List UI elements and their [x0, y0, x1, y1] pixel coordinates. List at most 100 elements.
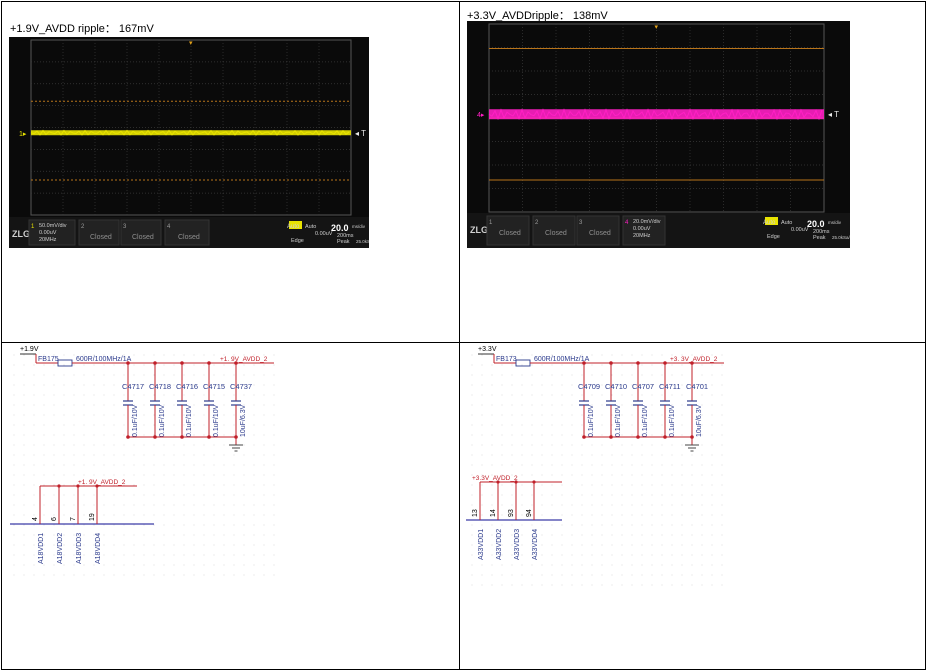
grid-dot — [581, 364, 583, 366]
grid-dot — [611, 534, 613, 536]
grid-dot — [273, 354, 275, 356]
grid-dot — [611, 454, 613, 456]
grid-dot — [671, 484, 673, 486]
grid-dot — [621, 394, 623, 396]
grid-dot — [541, 504, 543, 506]
grid-dot — [153, 534, 155, 536]
grid-dot — [601, 504, 603, 506]
grid-dot — [501, 444, 503, 446]
capacitor-value: 0.1uF/10V — [132, 404, 139, 437]
grid-dot — [511, 364, 513, 366]
grid-dot — [561, 384, 563, 386]
grid-dot — [33, 354, 35, 356]
grid-dot — [123, 524, 125, 526]
grid-dot — [651, 504, 653, 506]
grid-dot — [721, 574, 723, 576]
grid-dot — [173, 374, 175, 376]
grid-dot — [531, 414, 533, 416]
grid-dot — [103, 444, 105, 446]
grid-dot — [561, 584, 563, 586]
grid-dot — [83, 504, 85, 506]
grid-dot — [173, 544, 175, 546]
grid-dot — [491, 354, 493, 356]
grid-dot — [73, 484, 75, 486]
grid-dot — [203, 394, 205, 396]
grid-dot — [213, 574, 215, 576]
channel-offset: 0.00uV — [39, 230, 57, 236]
grid-dot — [253, 364, 255, 366]
grid-dot — [193, 394, 195, 396]
grid-dot — [541, 374, 543, 376]
grid-dot — [481, 454, 483, 456]
grid-dot — [521, 514, 523, 516]
grid-dot — [501, 524, 503, 526]
grid-dot — [223, 404, 225, 406]
grid-dot — [163, 364, 165, 366]
trigger-mode-2: Auto — [305, 224, 316, 230]
grid-dot — [103, 454, 105, 456]
grid-dot — [213, 504, 215, 506]
grid-dot — [23, 354, 25, 356]
grid-dot — [233, 364, 235, 366]
capacitor-value: 0.1uF/10V — [588, 404, 595, 437]
grid-dot — [223, 494, 225, 496]
grid-dot — [691, 524, 693, 526]
grid-dot — [273, 484, 275, 486]
grid-dot — [521, 534, 523, 536]
grid-dot — [601, 374, 603, 376]
grid-dot — [661, 534, 663, 536]
grid-dot — [203, 414, 205, 416]
grid-dot — [83, 404, 85, 406]
grid-dot — [273, 554, 275, 556]
channel-scale: 20.0mV/div — [633, 219, 661, 225]
sample-rate: 25.0kSa/s — [832, 235, 850, 240]
grid-dot — [253, 394, 255, 396]
grid-dot — [561, 444, 563, 446]
grid-dot — [33, 374, 35, 376]
grid-dot — [491, 534, 493, 536]
grid-dot — [163, 444, 165, 446]
grid-dot — [491, 564, 493, 566]
grid-dot — [93, 424, 95, 426]
grid-dot — [153, 564, 155, 566]
grid-dot — [103, 434, 105, 436]
grid-dot — [23, 404, 25, 406]
grid-dot — [711, 574, 713, 576]
grid-dot — [721, 414, 723, 416]
grid-dot — [233, 514, 235, 516]
grid-dot — [223, 464, 225, 466]
grid-dot — [621, 484, 623, 486]
grid-dot — [173, 484, 175, 486]
grid-dot — [83, 554, 85, 556]
grid-dot — [681, 404, 683, 406]
grid-dot — [531, 494, 533, 496]
grid-dot — [521, 434, 523, 436]
grid-dot — [691, 544, 693, 546]
grid-dot — [701, 484, 703, 486]
grid-dot — [561, 474, 563, 476]
grid-dot — [93, 434, 95, 436]
grid-dot — [641, 474, 643, 476]
grid-dot — [571, 414, 573, 416]
grid-dot — [103, 414, 105, 416]
grid-dot — [681, 534, 683, 536]
capacitor-value: 10uF/6.3V — [240, 404, 247, 437]
pin-name: A18VDD3 — [76, 533, 83, 564]
grid-dot — [661, 464, 663, 466]
grid-dot — [163, 354, 165, 356]
grid-dot — [471, 364, 473, 366]
grid-dot — [163, 484, 165, 486]
grid-dot — [103, 534, 105, 536]
grid-dot — [481, 424, 483, 426]
grid-dot — [661, 424, 663, 426]
grid-dot — [193, 454, 195, 456]
grid-dot — [63, 374, 65, 376]
grid-dot — [551, 414, 553, 416]
grid-dot — [591, 504, 593, 506]
grid-dot — [621, 504, 623, 506]
grid-dot — [601, 404, 603, 406]
grid-dot — [651, 364, 653, 366]
grid-dot — [661, 484, 663, 486]
grid-dot — [541, 564, 543, 566]
grid-dot — [13, 494, 15, 496]
